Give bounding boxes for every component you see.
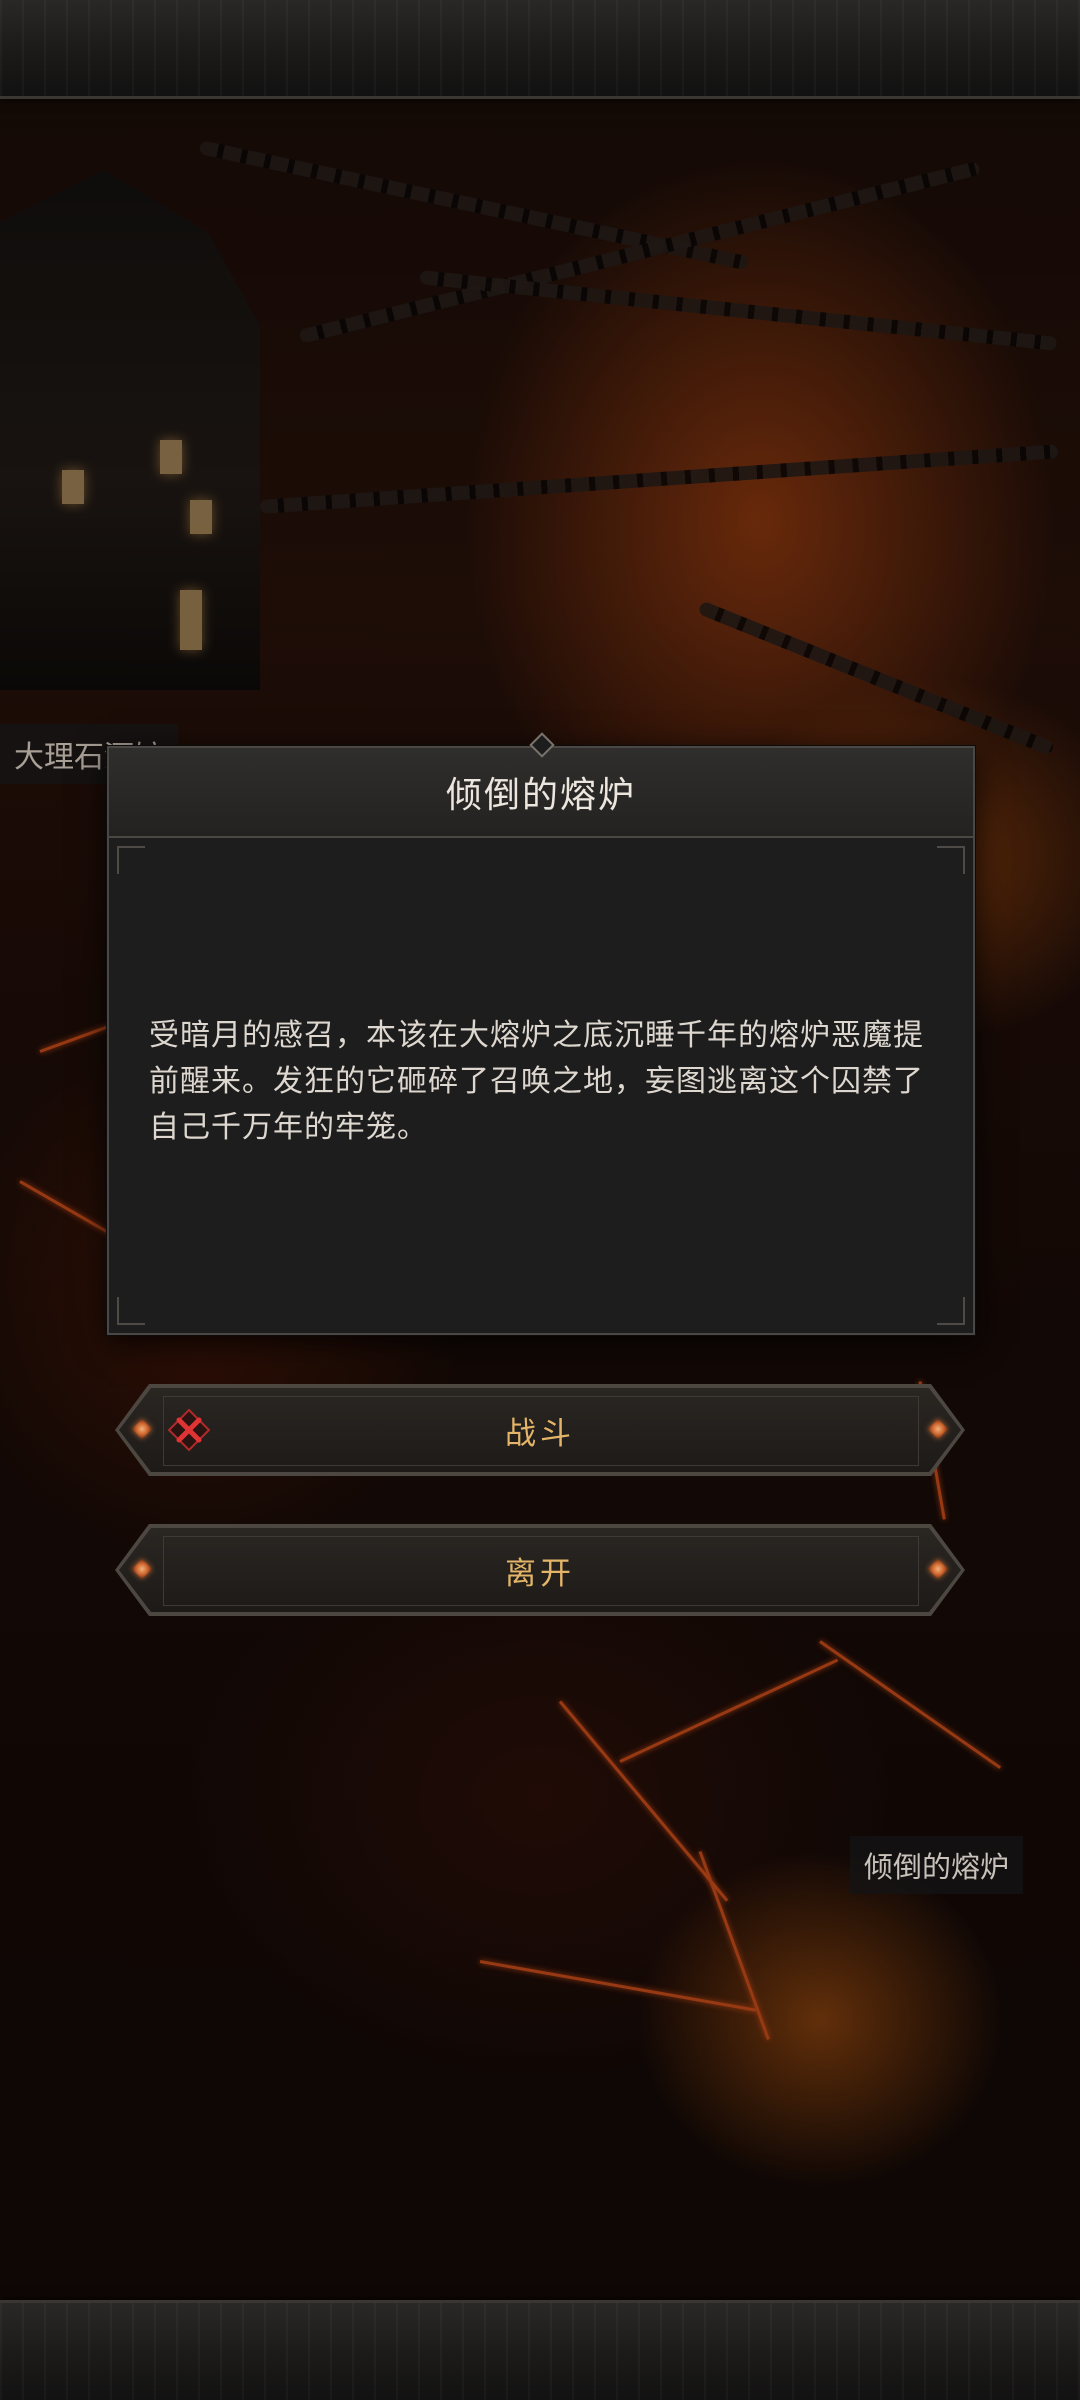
dialog-title: 倾倒的熔炉 bbox=[445, 775, 636, 816]
fight-button[interactable]: 战斗 bbox=[115, 1384, 965, 1476]
top-frame-border bbox=[0, 0, 1080, 99]
leave-button[interactable]: 离开 bbox=[115, 1524, 965, 1616]
corner-ornament bbox=[117, 846, 145, 874]
dialog-description: 受暗月的感召，本该在大熔炉之底沉睡千年的熔炉恶魔提前醒来。发狂的它砸碎了召唤之地… bbox=[149, 1018, 924, 1145]
corner-ornament bbox=[937, 846, 965, 874]
corner-ornament bbox=[937, 1297, 965, 1325]
dialog-header: 倾倒的熔炉 bbox=[109, 748, 973, 838]
fight-button-label: 战斗 bbox=[505, 1415, 575, 1452]
bottom-frame-border bbox=[0, 2300, 1080, 2400]
leave-button-label: 离开 bbox=[505, 1555, 575, 1592]
event-dialog: 倾倒的熔炉 受暗月的感召，本该在大熔炉之底沉睡千年的熔炉恶魔提前醒来。发狂的它砸… bbox=[107, 732, 975, 1335]
crossed-swords-icon bbox=[167, 1408, 211, 1452]
game-scene: 大理石酒馆 倾倒的熔炉 倾倒的熔炉 受暗月的感召，本该在大熔炉之底沉睡千年的熔炉… bbox=[0, 0, 1080, 2400]
location-label-furnace[interactable]: 倾倒的熔炉 bbox=[850, 1836, 1024, 1894]
corner-ornament bbox=[117, 1297, 145, 1325]
